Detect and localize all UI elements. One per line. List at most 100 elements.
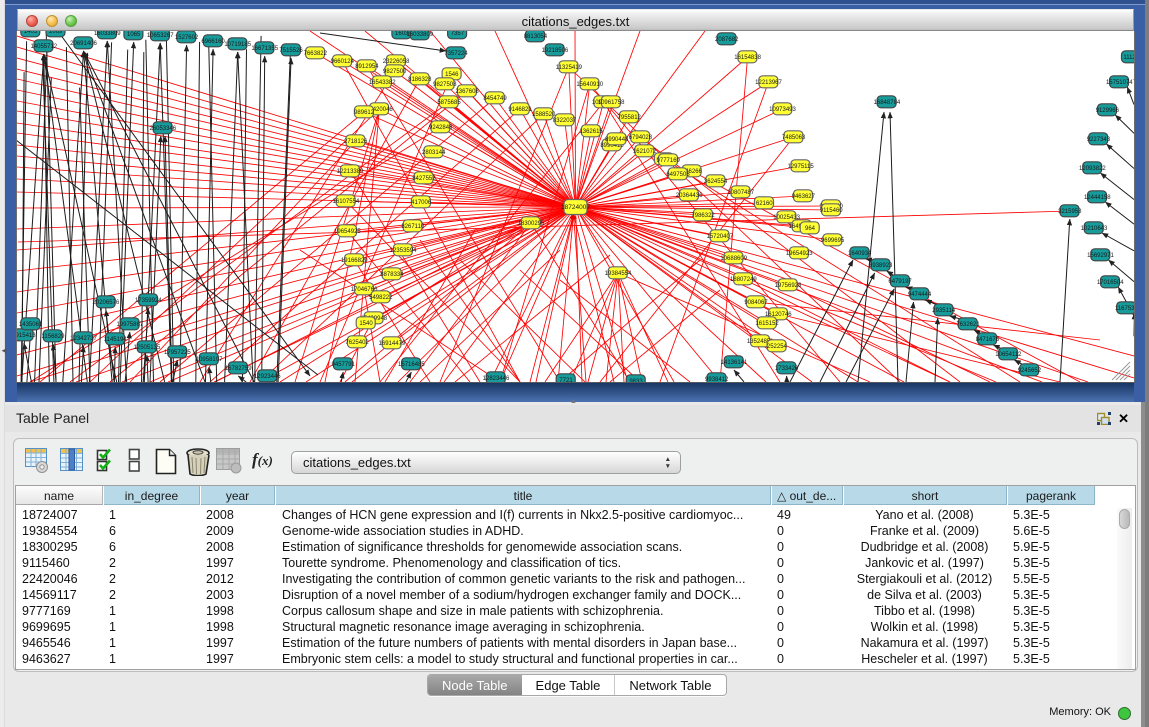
- svg-text:16033809: 16033809: [406, 32, 433, 38]
- svg-text:6479197: 6479197: [888, 279, 912, 285]
- svg-text:8878334: 8878334: [380, 272, 404, 278]
- svg-text:23226058: 23226058: [383, 59, 410, 65]
- svg-text:9115460: 9115460: [820, 208, 844, 214]
- svg-text:17957225: 17957225: [164, 350, 191, 356]
- svg-text:8912954: 8912954: [355, 64, 379, 70]
- svg-text:2069: 2069: [49, 31, 63, 35]
- svg-text:9938412: 9938412: [705, 377, 729, 382]
- svg-text:19166829: 19166829: [341, 258, 368, 264]
- svg-text:16107554: 16107554: [333, 199, 360, 205]
- svg-text:12444158: 12444158: [1084, 195, 1111, 201]
- svg-text:12213967: 12213967: [755, 80, 782, 86]
- svg-text:9827500: 9827500: [383, 69, 407, 75]
- svg-text:12923446: 12923446: [254, 374, 281, 380]
- svg-text:16914479: 16914479: [379, 341, 406, 347]
- svg-text:10688609: 10688609: [720, 256, 747, 262]
- svg-text:19975867: 19975867: [116, 322, 143, 328]
- svg-text:11325419: 11325419: [556, 65, 583, 71]
- svg-text:20364436: 20364436: [676, 193, 703, 199]
- svg-text:10807487: 10807487: [727, 190, 754, 196]
- svg-text:2803144: 2803144: [422, 150, 446, 156]
- svg-text:17016504: 17016504: [1097, 280, 1124, 286]
- svg-text:7357: 7357: [451, 31, 465, 37]
- svg-text:964: 964: [805, 226, 816, 232]
- svg-text:1435061: 1435061: [19, 322, 43, 328]
- svg-text:3215958: 3215958: [1058, 209, 1082, 215]
- svg-text:10210643: 10210643: [1081, 226, 1108, 232]
- svg-text:3915413: 3915413: [17, 333, 36, 339]
- svg-text:19654923: 19654923: [786, 251, 813, 257]
- svg-text:10958107: 10958107: [196, 357, 223, 363]
- svg-text:2367608: 2367608: [455, 89, 479, 95]
- svg-text:9242848: 9242848: [429, 125, 453, 131]
- svg-text:12093822: 12093822: [1079, 166, 1106, 172]
- svg-text:8471676: 8471676: [976, 337, 1000, 343]
- svg-text:1167534: 1167534: [1115, 306, 1134, 312]
- svg-text:9457791: 9457791: [332, 362, 356, 368]
- svg-text:1405: 1405: [24, 31, 38, 35]
- svg-text:15751074: 15751074: [1106, 80, 1133, 86]
- svg-text:16154838: 16154838: [734, 55, 761, 61]
- svg-text:20206576: 20206576: [93, 300, 120, 306]
- svg-text:1621072: 1621072: [633, 149, 657, 155]
- svg-text:7625402: 7625402: [345, 340, 369, 346]
- svg-text:9699695: 9699695: [821, 238, 845, 244]
- svg-text:2087682: 2087682: [715, 37, 739, 43]
- svg-text:9084067: 9084067: [744, 300, 768, 306]
- svg-text:62160: 62160: [756, 201, 773, 207]
- svg-text:8186328: 8186328: [408, 77, 432, 83]
- svg-text:1156829: 1156829: [42, 334, 66, 340]
- svg-text:9660124: 9660124: [331, 59, 355, 65]
- svg-text:8990448: 8990448: [605, 137, 629, 143]
- svg-text:26053346: 26053346: [149, 126, 176, 132]
- svg-text:2718126: 2718126: [344, 139, 368, 145]
- svg-text:8427552: 8427552: [412, 176, 436, 182]
- svg-text:7485063: 7485063: [782, 135, 806, 141]
- svg-text:6794028: 6794028: [629, 135, 653, 141]
- svg-text:16033809: 16033809: [94, 31, 121, 37]
- svg-text:6966160: 6966160: [201, 39, 225, 45]
- svg-text:16671355: 16671355: [251, 46, 278, 52]
- svg-text:15720407: 15720407: [706, 234, 733, 240]
- svg-text:1145194: 1145194: [104, 337, 128, 343]
- svg-text:5498222: 5498222: [369, 295, 393, 301]
- svg-text:19218506: 19218506: [542, 48, 569, 54]
- svg-text:18807249: 18807249: [730, 277, 757, 283]
- svg-text:20691406: 20691406: [70, 41, 97, 47]
- svg-text:12823446: 12823446: [483, 376, 510, 382]
- svg-text:8322037: 8322037: [553, 118, 577, 124]
- svg-text:9827508: 9827508: [433, 82, 457, 88]
- svg-text:8267110: 8267110: [401, 224, 425, 230]
- svg-text:252254: 252254: [767, 344, 788, 350]
- svg-text:7721: 7721: [559, 378, 573, 382]
- svg-text:1362615: 1362615: [579, 129, 603, 135]
- svg-text:15716485: 15716485: [398, 362, 425, 368]
- svg-text:14055712: 14055712: [30, 44, 57, 50]
- svg-text:18300295: 18300295: [518, 221, 545, 227]
- svg-text:9463627: 9463627: [792, 194, 816, 200]
- svg-text:16848784: 16848784: [874, 100, 901, 106]
- svg-text:8813054: 8813054: [524, 34, 548, 40]
- svg-text:15692971: 15692971: [1087, 253, 1114, 259]
- svg-text:7986322: 7986322: [691, 213, 715, 219]
- svg-text:14136141: 14136141: [721, 360, 748, 366]
- svg-text:10719185: 10719185: [224, 42, 251, 48]
- svg-text:12505135: 12505135: [134, 345, 161, 351]
- svg-text:10973493: 10973493: [769, 107, 796, 113]
- svg-text:12213389: 12213389: [337, 169, 364, 175]
- svg-text:12342737: 12342737: [70, 336, 97, 342]
- svg-text:12975115: 12975115: [787, 164, 814, 170]
- svg-text:1733426: 1733426: [775, 366, 799, 372]
- svg-text:10653267: 10653267: [147, 33, 174, 39]
- svg-text:9474444: 9474444: [908, 292, 932, 298]
- svg-text:9245652: 9245652: [1018, 368, 1042, 374]
- svg-text:7955812: 7955812: [618, 115, 642, 121]
- svg-text:3624554: 3624554: [704, 179, 728, 185]
- svg-text:12353594: 12353594: [390, 248, 417, 254]
- svg-text:19384554: 19384554: [605, 271, 632, 277]
- svg-text:6497508: 6497508: [666, 172, 690, 178]
- svg-text:9146821: 9146821: [508, 107, 532, 113]
- svg-text:5875685: 5875685: [437, 100, 461, 106]
- svg-text:10961758: 10961758: [598, 100, 625, 106]
- svg-text:9777169: 9777169: [657, 158, 681, 164]
